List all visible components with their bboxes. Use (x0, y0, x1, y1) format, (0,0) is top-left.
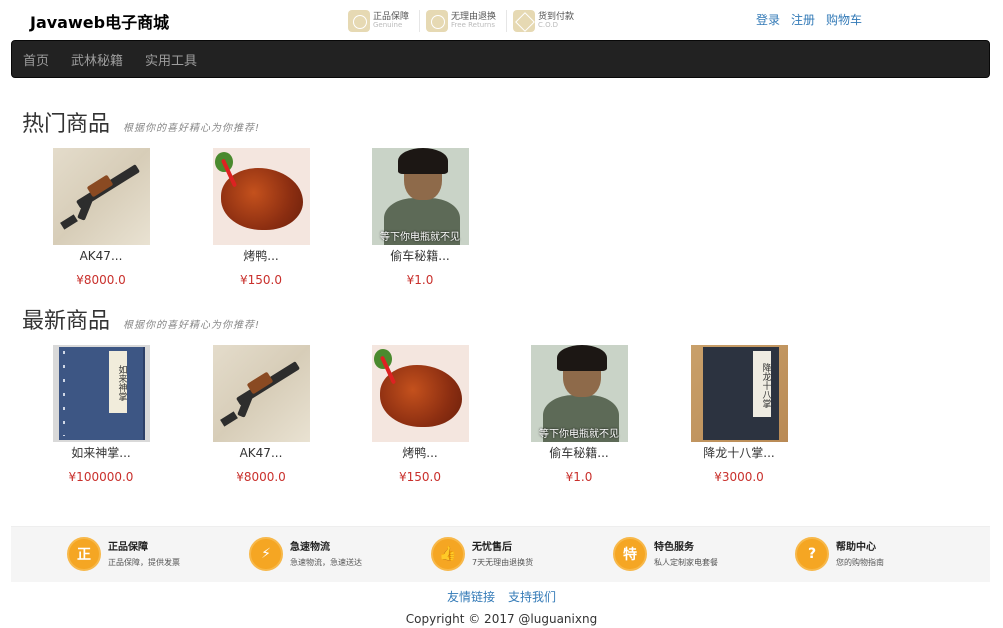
man-photo-image[interactable]: 等下你电瓶就不见 (530, 345, 628, 442)
divider (419, 10, 421, 32)
support-us-link[interactable]: 支持我们 (508, 590, 556, 604)
site-brand[interactable]: Javaweb电子商城 (30, 9, 169, 33)
main-navbar: 首页 武林秘籍 实用工具 (11, 40, 990, 78)
man-photo-image[interactable]: 等下你电瓶就不见 (371, 148, 469, 245)
product-card[interactable]: 等下你电瓶就不见 偷车秘籍... ¥1.0 (365, 148, 475, 287)
product-name[interactable]: 偷车秘籍... (524, 446, 634, 460)
guarantee-badges: 正品保障 Genuine 无理由退换 Free Returns 货到付款 C.O… (348, 10, 584, 32)
roast-duck-image[interactable] (212, 148, 310, 245)
service-title: 无忧售后 (472, 541, 512, 553)
product-card[interactable]: 烤鸭... ¥150.0 (206, 148, 316, 287)
copyright-text: Copyright © 2017 @luguanixng (405, 612, 598, 626)
product-price: ¥150.0 (399, 470, 441, 484)
product-name[interactable]: AK47... (206, 446, 316, 460)
product-card[interactable]: 烤鸭... ¥150.0 (365, 345, 475, 484)
nav-item-martial-books[interactable]: 武林秘籍 (71, 50, 123, 69)
product-card[interactable]: 降龙十八掌 降龙十八掌... ¥3000.0 (684, 345, 794, 484)
hot-section-title: 热门商品 (22, 112, 111, 137)
badge-genuine: 正品保障 Genuine (348, 10, 409, 32)
badge-subtitle: Free Returns (451, 21, 495, 30)
service-desc: 您的购物指南 (836, 557, 884, 567)
product-price: ¥150.0 (240, 273, 282, 287)
service-special: 特 特色服务 私人定制家电套餐 (613, 537, 718, 571)
book-rulai-image[interactable]: 如来神掌 (52, 345, 150, 442)
badge-subtitle: C.O.D (538, 21, 558, 30)
nav-item-home[interactable]: 首页 (23, 50, 49, 69)
lightning-icon: ⚡ (249, 537, 283, 571)
product-name[interactable]: 烤鸭... (365, 446, 475, 460)
hot-section-header: 热门商品 根据你的喜好精心为你推荐! (22, 106, 260, 138)
service-desc: 急速物流，急速送达 (290, 557, 362, 567)
book-title-label: 如来神掌 (108, 351, 127, 413)
product-price: ¥8000.0 (236, 470, 286, 484)
return-icon (426, 10, 449, 32)
roast-duck-image[interactable] (371, 345, 469, 442)
product-card[interactable]: AK47... ¥8000.0 (206, 345, 316, 484)
question-icon: ? (795, 537, 829, 571)
product-card[interactable]: 如来神掌 如来神掌... ¥100000.0 (46, 345, 156, 484)
nav-item-tools[interactable]: 实用工具 (145, 50, 197, 69)
book-xianglong-image[interactable]: 降龙十八掌 (690, 345, 788, 442)
cart-link[interactable]: 购物车 (826, 11, 862, 28)
service-strip: 正 正品保障 正品保障，提供发票 ⚡ 急速物流 急速物流，急速送达 👍 无忧售后… (11, 526, 990, 582)
product-price: ¥3000.0 (714, 470, 764, 484)
product-card[interactable]: AK47... ¥8000.0 (46, 148, 156, 287)
ak47-image[interactable] (52, 148, 150, 245)
service-express: ⚡ 急速物流 急速物流，急速送达 (249, 537, 362, 571)
product-card[interactable]: 等下你电瓶就不见 偷车秘籍... ¥1.0 (524, 345, 634, 484)
genuine-icon: 正 (67, 537, 101, 571)
product-price: ¥1.0 (406, 273, 434, 287)
badge-subtitle: Genuine (373, 21, 403, 30)
latest-section-title: 最新商品 (22, 309, 111, 334)
image-caption: 等下你电瓶就不见 (539, 429, 619, 440)
register-link[interactable]: 注册 (791, 11, 815, 28)
service-title: 帮助中心 (836, 541, 876, 553)
service-help: ? 帮助中心 您的购物指南 (795, 537, 884, 571)
special-icon: 特 (613, 537, 647, 571)
product-name[interactable]: 烤鸭... (206, 249, 316, 263)
service-desc: 私人定制家电套餐 (654, 557, 718, 567)
service-after-sales: 👍 无忧售后 7天无理由退换货 (431, 537, 533, 571)
product-name[interactable]: 如来神掌... (46, 446, 156, 460)
friend-links-link[interactable]: 友情链接 (447, 590, 495, 604)
latest-section-slogan: 根据你的喜好精心为你推荐! (123, 320, 261, 331)
cod-icon (513, 10, 536, 32)
service-genuine: 正 正品保障 正品保障，提供发票 (67, 537, 180, 571)
product-price: ¥100000.0 (68, 470, 134, 484)
service-title: 急速物流 (290, 541, 330, 553)
product-name[interactable]: 偷车秘籍... (365, 249, 475, 263)
image-caption: 等下你电瓶就不见 (380, 232, 460, 243)
latest-section-header: 最新商品 根据你的喜好精心为你推荐! (22, 303, 260, 335)
service-desc: 正品保障，提供发票 (108, 557, 180, 567)
shield-icon (348, 10, 370, 32)
product-price: ¥1.0 (565, 470, 593, 484)
badge-free-returns: 无理由退换 Free Returns (426, 10, 496, 32)
user-links: 登录 注册 购物车 (756, 11, 873, 28)
service-title: 特色服务 (654, 541, 694, 553)
divider (506, 10, 508, 32)
product-price: ¥8000.0 (76, 273, 126, 287)
product-name[interactable]: 降龙十八掌... (684, 446, 794, 460)
ak47-image[interactable] (212, 345, 310, 442)
thumbs-up-icon: 👍 (431, 537, 465, 571)
badge-cod: 货到付款 C.O.D (513, 10, 574, 32)
footer-links: 友情链接 支持我们 (0, 586, 1003, 605)
hot-section-slogan: 根据你的喜好精心为你推荐! (123, 123, 261, 134)
product-name[interactable]: AK47... (46, 249, 156, 263)
book-title-label: 降龙十八掌 (752, 351, 771, 417)
login-link[interactable]: 登录 (756, 11, 780, 28)
service-title: 正品保障 (108, 541, 148, 553)
service-desc: 7天无理由退换货 (472, 557, 534, 567)
